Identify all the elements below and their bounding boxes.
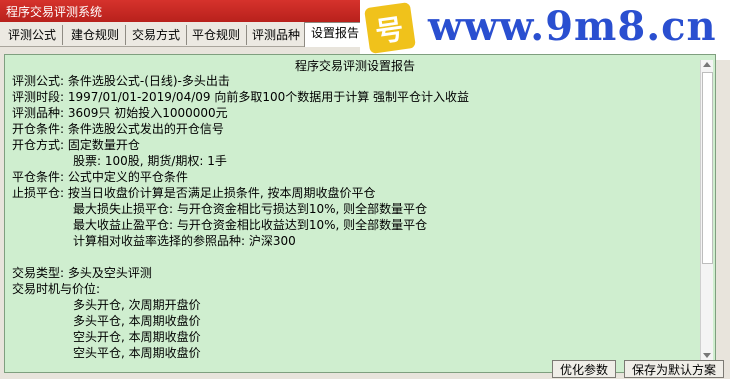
report-panel: 程序交易评测设置报告 评测公式: 条件选股公式-(日线)-多头出击 评测时段: … [4,54,716,373]
report-line: 交易时机与价位: [12,282,101,296]
watermark-banner: 号 www.9m8.cn [360,0,730,60]
scroll-up-arrow-icon[interactable] [703,62,711,67]
report-line: 股票: 100股, 期货/期权: 1手 [73,154,227,168]
report-line: 空头开仓, 本周期收盘价 [73,330,201,344]
report-line: 止损平仓: 按当日收盘价计算是否满足止损条件, 按本周期收盘价平仓 [12,186,376,200]
report-line: 开仓方式: 固定数量开仓 [12,138,140,152]
report-line: 开仓条件: 条件选股公式发出的开仓信号 [12,122,224,136]
scroll-down-arrow-icon[interactable] [703,353,711,358]
report-line: 多头开仓, 次周期开盘价 [73,298,201,312]
report-line: 空头平仓, 本周期收盘价 [73,346,201,360]
logo-icon: 号 [364,2,416,54]
report-scrollbar[interactable] [700,60,713,360]
site-watermark: www.9m8.cn [428,3,717,50]
report-line: 评测品种: 3609只 初始投入1000000元 [12,106,228,120]
report-line: 最大收益止盈平仓: 与开仓资金相比收益达到10%, 则全部数量平仓 [73,218,428,232]
report-line: 评测时段: 1997/01/01-2019/04/09 向前多取100个数据用于… [12,90,470,104]
report-line: 交易类型: 多头及空头评测 [12,266,152,280]
tab-instruments[interactable]: 评测品种 [246,25,308,45]
tab-open-rules[interactable]: 建仓规则 [65,25,127,45]
optimize-params-button[interactable]: 优化参数 [552,360,616,378]
report-line: 评测公式: 条件选股公式-(日线)-多头出击 [12,74,230,88]
window-title: 程序交易评测系统 [6,5,103,19]
tab-report-settings[interactable]: 设置报告 [304,22,367,47]
tab-close-rules[interactable]: 平仓规则 [186,25,248,45]
report-line: 多头平仓, 本周期收盘价 [73,314,201,328]
tab-formula[interactable]: 评测公式 [2,25,64,45]
tab-trade-mode[interactable]: 交易方式 [126,25,188,45]
report-line: 平仓条件: 公式中定义的平仓条件 [12,170,188,184]
report-title: 程序交易评测设置报告 [294,59,415,73]
report-line: 最大损失止损平仓: 与开仓资金相比亏损达到10%, 则全部数量平仓 [73,202,428,216]
report-line: 计算相对收益率选择的参照品种: 沪深300 [73,234,296,248]
save-default-button[interactable]: 保存为默认方案 [624,360,724,378]
scroll-thumb[interactable] [702,72,713,264]
